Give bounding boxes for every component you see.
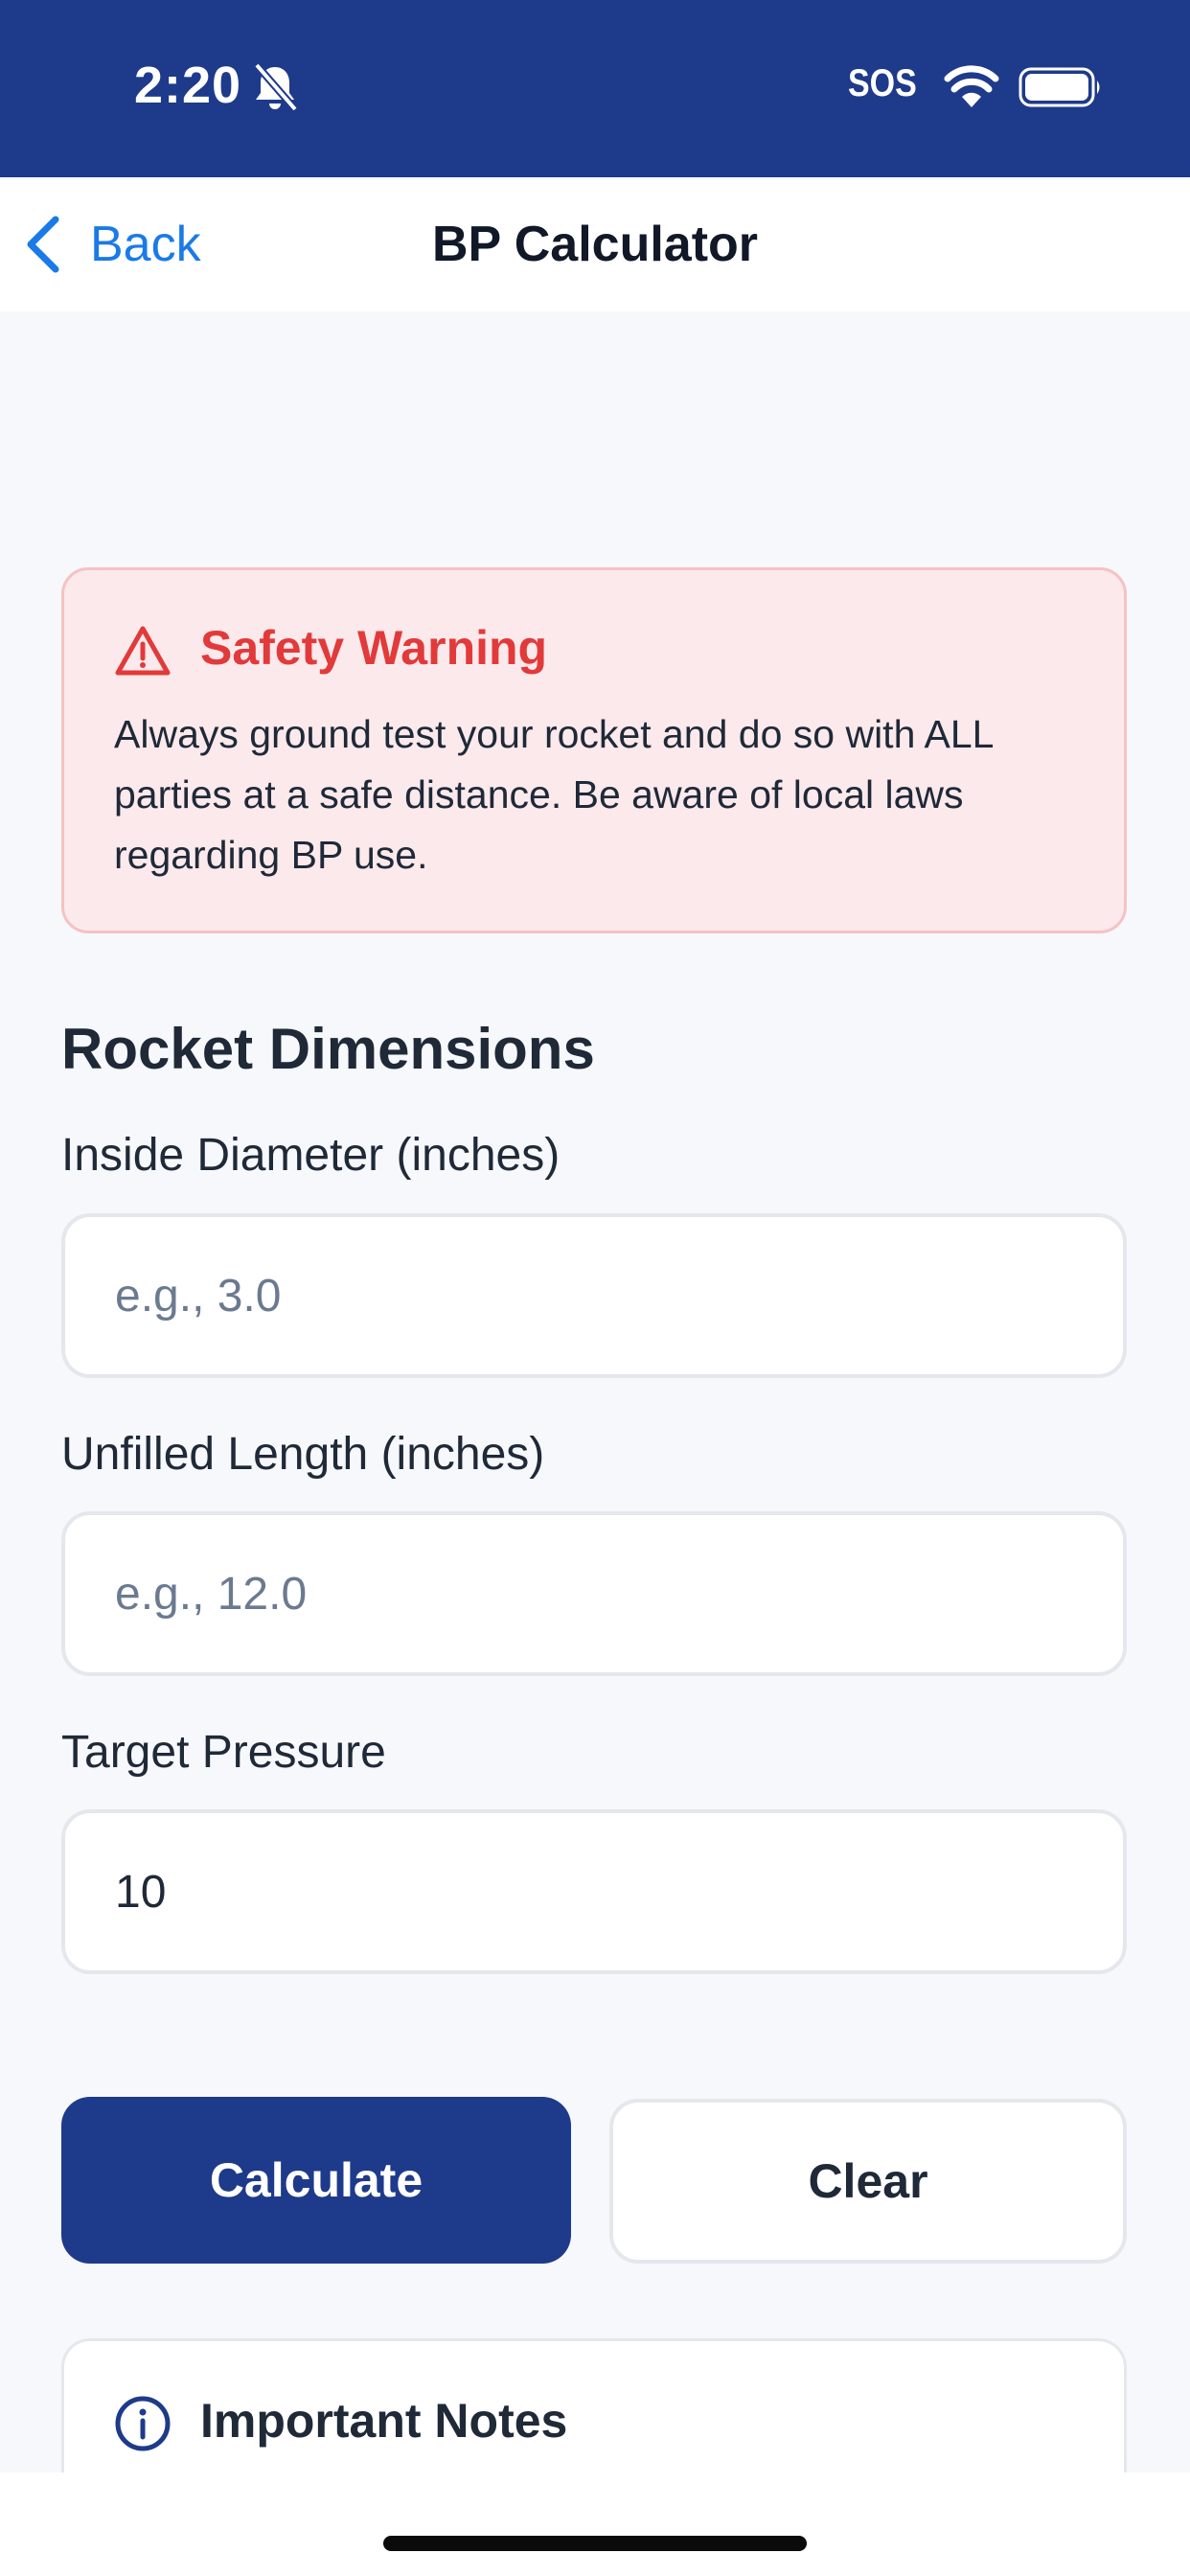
safety-warning-card: Safety Warning Always ground test your r…	[61, 567, 1127, 933]
back-button[interactable]: Back	[25, 216, 201, 273]
inside-diameter-input[interactable]	[61, 1213, 1127, 1378]
chevron-left-icon	[27, 216, 59, 273]
back-label: Back	[90, 217, 201, 272]
sos-indicator: SOS	[848, 62, 917, 104]
status-bar: 2:20 SOS	[0, 0, 1190, 177]
target-pressure-label: Target Pressure	[61, 1727, 386, 1778]
status-time: 2:20	[134, 57, 242, 114]
warning-title: Safety Warning	[200, 621, 548, 675]
unfilled-length-input[interactable]	[61, 1511, 1127, 1676]
unfilled-length-label: Unfilled Length (inches)	[61, 1429, 545, 1480]
warning-triangle-icon	[115, 626, 171, 676]
home-indicator[interactable]	[383, 2536, 807, 2551]
bottom-safe-area	[0, 2472, 1190, 2576]
important-notes-card: Important Notes	[61, 2338, 1127, 2472]
notes-title: Important Notes	[200, 2394, 568, 2448]
navigation-bar: BP Calculator Back	[0, 177, 1190, 311]
inside-diameter-label: Inside Diameter (inches)	[61, 1130, 561, 1181]
section-title-rocket-dimensions: Rocket Dimensions	[61, 1017, 595, 1081]
warning-body: Always ground test your rocket and do so…	[114, 712, 993, 877]
info-circle-icon	[115, 2396, 171, 2451]
clear-button[interactable]: Clear	[609, 2099, 1127, 2264]
wifi-icon	[944, 65, 999, 107]
target-pressure-input[interactable]	[61, 1809, 1127, 1974]
battery-icon	[1018, 67, 1100, 107]
bell-slash-icon	[253, 62, 299, 112]
calculate-button[interactable]: Calculate	[61, 2097, 571, 2264]
